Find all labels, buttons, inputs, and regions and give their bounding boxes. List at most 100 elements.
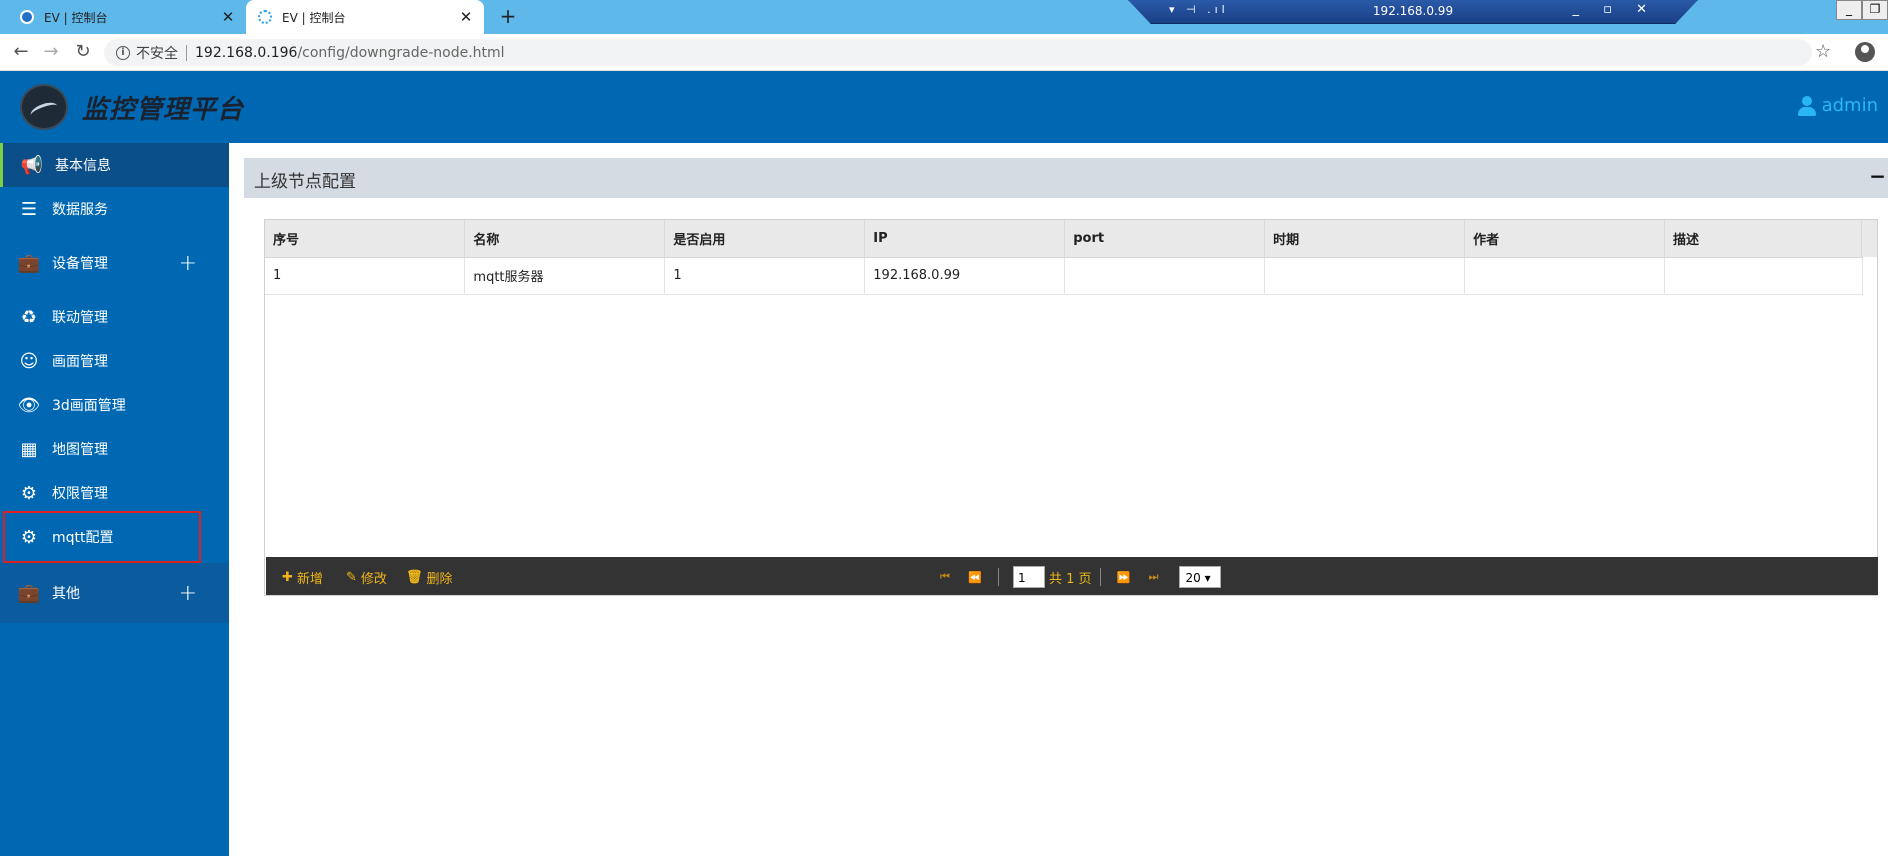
briefcase-icon: 💼 xyxy=(17,582,41,604)
loading-spinner-icon xyxy=(258,10,272,24)
table-cell: 1 xyxy=(664,257,866,295)
pager-divider xyxy=(1099,568,1101,586)
table-cell: 192.168.0.99 xyxy=(864,257,1066,295)
collapse-icon[interactable]: − xyxy=(1869,164,1886,188)
browser-tab-2[interactable]: EV | 控制台 ✕ xyxy=(246,0,484,34)
sidebar-item-other[interactable]: 💼 其他 + xyxy=(0,563,229,623)
address-bar: ← → ↻ i 不安全 192.168.0.196 /config/downgr… xyxy=(0,34,1888,71)
tab-close-icon[interactable]: ✕ xyxy=(456,8,476,26)
server-icon: ☰ xyxy=(20,198,38,220)
column-header[interactable]: 作者 xyxy=(1464,220,1666,258)
expand-plus-icon[interactable]: + xyxy=(179,581,197,606)
last-page-icon[interactable]: ⏭ xyxy=(1139,570,1169,584)
sidebar-item-linkage-management[interactable]: ♻ 联动管理 xyxy=(0,295,229,339)
minimize-icon[interactable]: _ xyxy=(1836,0,1862,20)
column-header[interactable]: port xyxy=(1064,220,1266,258)
info-icon[interactable]: i xyxy=(116,45,130,60)
back-icon[interactable]: ← xyxy=(10,42,32,64)
new-tab-button[interactable]: + xyxy=(496,5,520,29)
delete-label: 删除 xyxy=(426,572,453,587)
sidebar-item-label: 基本信息 xyxy=(55,158,111,174)
briefcase-icon: 💼 xyxy=(17,252,41,274)
browser-tab-strip: EV | 控制台 ✕ EV | 控制台 ✕ + ▾ ⊣ .ıl 192.168.… xyxy=(0,0,1888,34)
grid-table: 序号 名称 是否启用 IP port 时期 作者 描述 1 mqtt服务器 1 … xyxy=(265,220,1863,295)
page-total-text: 共 1 页 xyxy=(1049,571,1092,587)
pager-divider xyxy=(998,568,999,586)
tab-title: EV | 控制台 xyxy=(282,10,346,25)
delete-button[interactable]: 🗑 删除 xyxy=(406,568,453,587)
selection-highlight-box xyxy=(3,511,201,563)
expand-plus-icon[interactable]: + xyxy=(179,251,197,276)
remote-desktop-bar: ▾ ⊣ .ıl 192.168.0.99 _ ▫ ✕ xyxy=(1128,0,1698,24)
header-row: 序号 名称 是否启用 IP port 时期 作者 描述 xyxy=(265,220,1863,258)
table-cell xyxy=(1064,257,1266,295)
add-button[interactable]: ✚ 新增 xyxy=(282,568,323,587)
page-size-select[interactable]: 20 ▾ xyxy=(1178,566,1221,588)
forward-icon[interactable]: → xyxy=(40,42,62,64)
first-page-icon[interactable]: ⏮ xyxy=(930,570,960,584)
table-row[interactable]: 1 mqtt服务器 1 192.168.0.99 xyxy=(265,257,1863,295)
column-header[interactable]: IP xyxy=(864,220,1066,258)
column-header[interactable]: 是否启用 xyxy=(664,220,866,258)
trash-icon: 🗑 xyxy=(406,570,423,585)
bullhorn-icon: 📢 xyxy=(20,154,44,176)
user-menu[interactable]: admin xyxy=(1797,95,1878,116)
url-divider xyxy=(186,44,187,61)
edit-button[interactable]: ✎ 修改 xyxy=(346,568,387,587)
recycle-icon: ♻ xyxy=(20,306,38,328)
eye-icon: 👁 xyxy=(17,394,41,416)
restore-icon[interactable]: ❐ xyxy=(1862,0,1888,20)
table-cell xyxy=(1464,257,1666,295)
column-header[interactable]: 序号 xyxy=(265,220,466,258)
plus-icon: ✚ xyxy=(282,570,293,585)
calendar-icon: ▦ xyxy=(20,438,38,460)
add-label: 新增 xyxy=(296,572,323,587)
sidebar-item-basic-info[interactable]: 📢 基本信息 xyxy=(0,143,229,187)
app-title: 监控管理平台 xyxy=(82,95,245,125)
column-header[interactable]: 名称 xyxy=(464,220,666,258)
smile-icon: ☺ xyxy=(19,350,39,372)
table-cell xyxy=(1664,257,1863,295)
pencil-icon: ✎ xyxy=(346,570,357,585)
ie-favicon-icon xyxy=(20,10,34,24)
data-grid: 序号 名称 是否启用 IP port 时期 作者 描述 1 mqtt服务器 1 … xyxy=(264,219,1878,596)
panel-header: 上级节点配置 − xyxy=(244,158,1888,198)
sidebar-item-device-management[interactable]: 💼 设备管理 + xyxy=(0,231,229,295)
sidebar-item-label: 地图管理 xyxy=(52,442,108,458)
sidebar-item-permission-management[interactable]: ⚙ 权限管理 xyxy=(0,471,229,515)
url-host: 192.168.0.196 xyxy=(195,44,298,61)
bookmark-star-icon[interactable]: ☆ xyxy=(1815,41,1831,62)
profile-avatar-icon[interactable] xyxy=(1855,42,1875,62)
grid-toolbar: ✚ 新增 ✎ 修改 🗑 删除 ⏮ ⏪ 1 共 1 页 ⏩ ⏭ 20 ▾ xyxy=(266,557,1878,595)
sidebar-item-label: 其他 xyxy=(52,586,80,602)
column-header[interactable]: 描述 xyxy=(1664,220,1863,258)
page-number-input[interactable]: 1 xyxy=(1013,566,1045,588)
user-icon xyxy=(1797,95,1816,116)
sidebar-item-label: 画面管理 xyxy=(52,354,108,370)
user-name: admin xyxy=(1821,95,1878,116)
app-header: 监控管理平台 admin xyxy=(0,71,1888,143)
prev-page-icon[interactable]: ⏪ xyxy=(960,571,990,584)
sidebar-item-map-management[interactable]: ▦ 地图管理 xyxy=(0,427,229,471)
table-cell: 1 xyxy=(265,257,466,295)
gear-icon: ⚙ xyxy=(20,482,38,504)
sidebar-item-screen-management[interactable]: ☺ 画面管理 xyxy=(0,339,229,383)
rd-window-controls-icon[interactable]: _ ▫ ✕ xyxy=(1573,2,1657,17)
scrollbar-gutter xyxy=(1861,220,1877,257)
reload-icon[interactable]: ↻ xyxy=(72,42,94,64)
sidebar-item-label: 3d画面管理 xyxy=(52,398,126,414)
panel-title: 上级节点配置 xyxy=(254,172,356,192)
sidebar-item-label: 设备管理 xyxy=(52,256,108,272)
sidebar-item-3d-screen-management[interactable]: 👁 3d画面管理 xyxy=(0,383,229,427)
tab-title: EV | 控制台 xyxy=(44,10,108,25)
window-controls: _ ❐ xyxy=(1836,0,1888,20)
next-page-icon[interactable]: ⏩ xyxy=(1109,571,1139,584)
sidebar: 📢 基本信息 ☰ 数据服务 💼 设备管理 + ♻ 联动管理 ☺ 画面管理 👁 3… xyxy=(0,143,229,856)
insecure-label: 不安全 xyxy=(136,45,178,62)
sidebar-item-data-service[interactable]: ☰ 数据服务 xyxy=(0,187,229,231)
browser-tab-1[interactable]: EV | 控制台 ✕ xyxy=(8,0,246,34)
column-header[interactable]: 时期 xyxy=(1264,220,1466,258)
tab-close-icon[interactable]: ✕ xyxy=(218,8,238,26)
url-path: /config/downgrade-node.html xyxy=(297,44,505,61)
url-field[interactable]: i 不安全 192.168.0.196 /config/downgrade-no… xyxy=(104,39,1812,66)
